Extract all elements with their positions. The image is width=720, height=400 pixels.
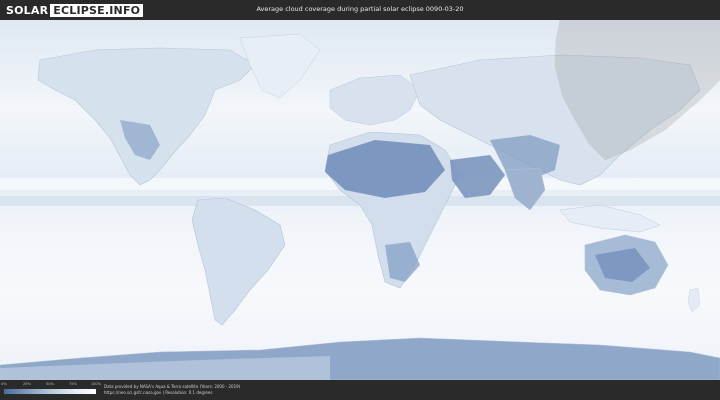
- footer-bar: 0% 25% 50% 75% 100% Data provided by NAS…: [0, 380, 720, 400]
- legend-tick: 0%: [1, 382, 7, 386]
- world-map-graphic: [0, 20, 720, 380]
- header-bar: SOLAR ECLIPSE.INFO Average cloud coverag…: [0, 0, 720, 20]
- cloud-coverage-world-map: [0, 20, 720, 380]
- legend-tick: 50%: [46, 382, 54, 386]
- page-title: Average cloud coverage during partial so…: [256, 5, 464, 13]
- cloud-coverage-legend-bar: [4, 389, 96, 394]
- data-source-link[interactable]: https://neo.sci.gsfc.nasa.gov | Resoluti…: [104, 390, 212, 395]
- data-credit-text: Data provided by NASA's Aqua & Terra sat…: [104, 384, 241, 389]
- legend-tick: 100%: [90, 382, 102, 386]
- legend-tick: 25%: [23, 382, 31, 386]
- legend-tick-labels: 0% 25% 50% 75% 100%: [1, 382, 101, 388]
- legend-tick: 75%: [69, 382, 77, 386]
